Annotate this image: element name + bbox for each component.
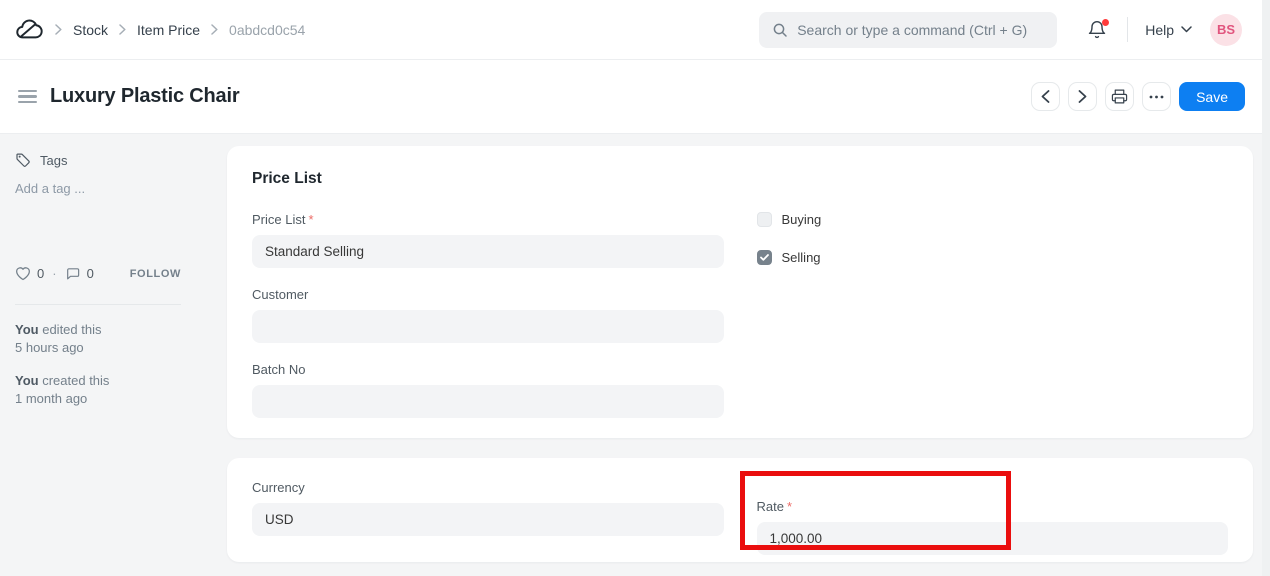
document-sidebar: Tags Add a tag ... 0 · 0 FOLLOW You edit… bbox=[0, 134, 227, 576]
activity-time: 1 month ago bbox=[15, 390, 212, 408]
chevron-down-icon bbox=[1181, 26, 1192, 33]
price-list-field: Price List* Standard Selling bbox=[252, 212, 724, 268]
currency-input[interactable]: USD bbox=[252, 503, 724, 536]
tag-icon bbox=[15, 152, 31, 168]
buying-checkbox[interactable] bbox=[757, 212, 772, 227]
batch-no-field: Batch No bbox=[252, 362, 724, 418]
breadcrumb-item-stock[interactable]: Stock bbox=[73, 22, 108, 38]
currency-field: Currency USD bbox=[252, 480, 724, 555]
field-label: Batch No bbox=[252, 362, 724, 377]
scrollbar-track[interactable] bbox=[1262, 0, 1270, 576]
batch-no-input[interactable] bbox=[252, 385, 724, 418]
buying-label: Buying bbox=[782, 212, 822, 227]
field-label: Currency bbox=[252, 480, 724, 495]
activity-action: created this bbox=[42, 373, 109, 388]
customer-field: Customer bbox=[252, 287, 724, 343]
search-input[interactable]: Search or type a command (Ctrl + G) bbox=[759, 12, 1057, 48]
selling-label: Selling bbox=[782, 250, 821, 265]
comment-icon[interactable] bbox=[65, 266, 81, 281]
price-list-section-card: Price List Price List* Standard Selling … bbox=[227, 146, 1253, 438]
heart-icon[interactable] bbox=[15, 266, 31, 281]
print-button[interactable] bbox=[1105, 82, 1134, 111]
avatar[interactable]: BS bbox=[1210, 14, 1242, 46]
comment-count: 0 bbox=[87, 266, 94, 281]
navbar-divider bbox=[1127, 17, 1128, 42]
sidebar-divider bbox=[15, 304, 181, 305]
breadcrumb-item-current: 0abdcd0c54 bbox=[229, 22, 305, 38]
section-title: Price List bbox=[252, 170, 1228, 188]
notifications-bell-icon[interactable] bbox=[1087, 20, 1107, 40]
next-document-button[interactable] bbox=[1068, 82, 1097, 111]
form-column-left: Price List* Standard Selling Customer Ba… bbox=[252, 212, 724, 418]
add-tag-input[interactable]: Add a tag ... bbox=[15, 181, 212, 196]
activity-user: You bbox=[15, 322, 39, 337]
save-button[interactable]: Save bbox=[1179, 82, 1245, 111]
more-options-button[interactable] bbox=[1142, 82, 1171, 111]
breadcrumb-item-item-price[interactable]: Item Price bbox=[137, 22, 200, 38]
search-placeholder: Search or type a command (Ctrl + G) bbox=[797, 22, 1027, 38]
field-label: Customer bbox=[252, 287, 724, 302]
ellipsis-icon bbox=[1149, 95, 1164, 99]
prev-document-button[interactable] bbox=[1031, 82, 1060, 111]
form-column-right: Buying Selling bbox=[757, 212, 1229, 418]
rate-section-card: Currency USD Rate* 1,000.00 bbox=[227, 458, 1253, 562]
like-count: 0 bbox=[37, 266, 44, 281]
activity-log: You edited this 5 hours ago You created … bbox=[15, 321, 212, 408]
activity-time: 5 hours ago bbox=[15, 339, 212, 357]
page-actions: Save bbox=[1031, 82, 1245, 111]
field-label: Rate* bbox=[757, 499, 1229, 514]
checkmark-icon bbox=[760, 254, 769, 261]
tags-section: Tags bbox=[15, 152, 212, 168]
activity-item: You created this 1 month ago bbox=[15, 372, 212, 408]
activity-user: You bbox=[15, 373, 39, 388]
chevron-right-icon bbox=[55, 24, 62, 35]
page-header: Luxury Plastic Chair Save bbox=[0, 60, 1262, 134]
selling-checkbox[interactable] bbox=[757, 250, 772, 265]
page-title: Luxury Plastic Chair bbox=[50, 85, 239, 108]
help-menu[interactable]: Help bbox=[1145, 22, 1192, 38]
rate-input[interactable]: 1,000.00 bbox=[757, 522, 1229, 555]
notification-badge bbox=[1102, 19, 1109, 26]
selling-checkbox-row[interactable]: Selling bbox=[757, 250, 1229, 265]
search-icon bbox=[772, 22, 788, 38]
breadcrumb: Stock Item Price 0abdcd0c54 bbox=[55, 22, 305, 38]
rate-field: Rate* 1,000.00 bbox=[757, 499, 1229, 555]
customer-input[interactable] bbox=[252, 310, 724, 343]
activity-item: You edited this 5 hours ago bbox=[15, 321, 212, 357]
price-list-input[interactable]: Standard Selling bbox=[252, 235, 724, 268]
buying-checkbox-row[interactable]: Buying bbox=[757, 212, 1229, 227]
dot-separator: · bbox=[52, 266, 56, 281]
top-navbar: Stock Item Price 0abdcd0c54 Search or ty… bbox=[0, 0, 1262, 60]
app-logo-icon[interactable] bbox=[14, 15, 43, 44]
chevron-right-icon bbox=[119, 24, 126, 35]
tags-label: Tags bbox=[40, 153, 67, 168]
required-marker: * bbox=[308, 212, 313, 227]
social-row: 0 · 0 FOLLOW bbox=[15, 266, 181, 281]
follow-button[interactable]: FOLLOW bbox=[130, 268, 181, 280]
activity-action: edited this bbox=[42, 322, 101, 337]
sidebar-toggle-icon[interactable] bbox=[16, 86, 39, 108]
help-label: Help bbox=[1145, 22, 1174, 38]
chevron-right-icon bbox=[211, 24, 218, 35]
required-marker: * bbox=[787, 499, 792, 514]
field-label: Price List* bbox=[252, 212, 724, 227]
